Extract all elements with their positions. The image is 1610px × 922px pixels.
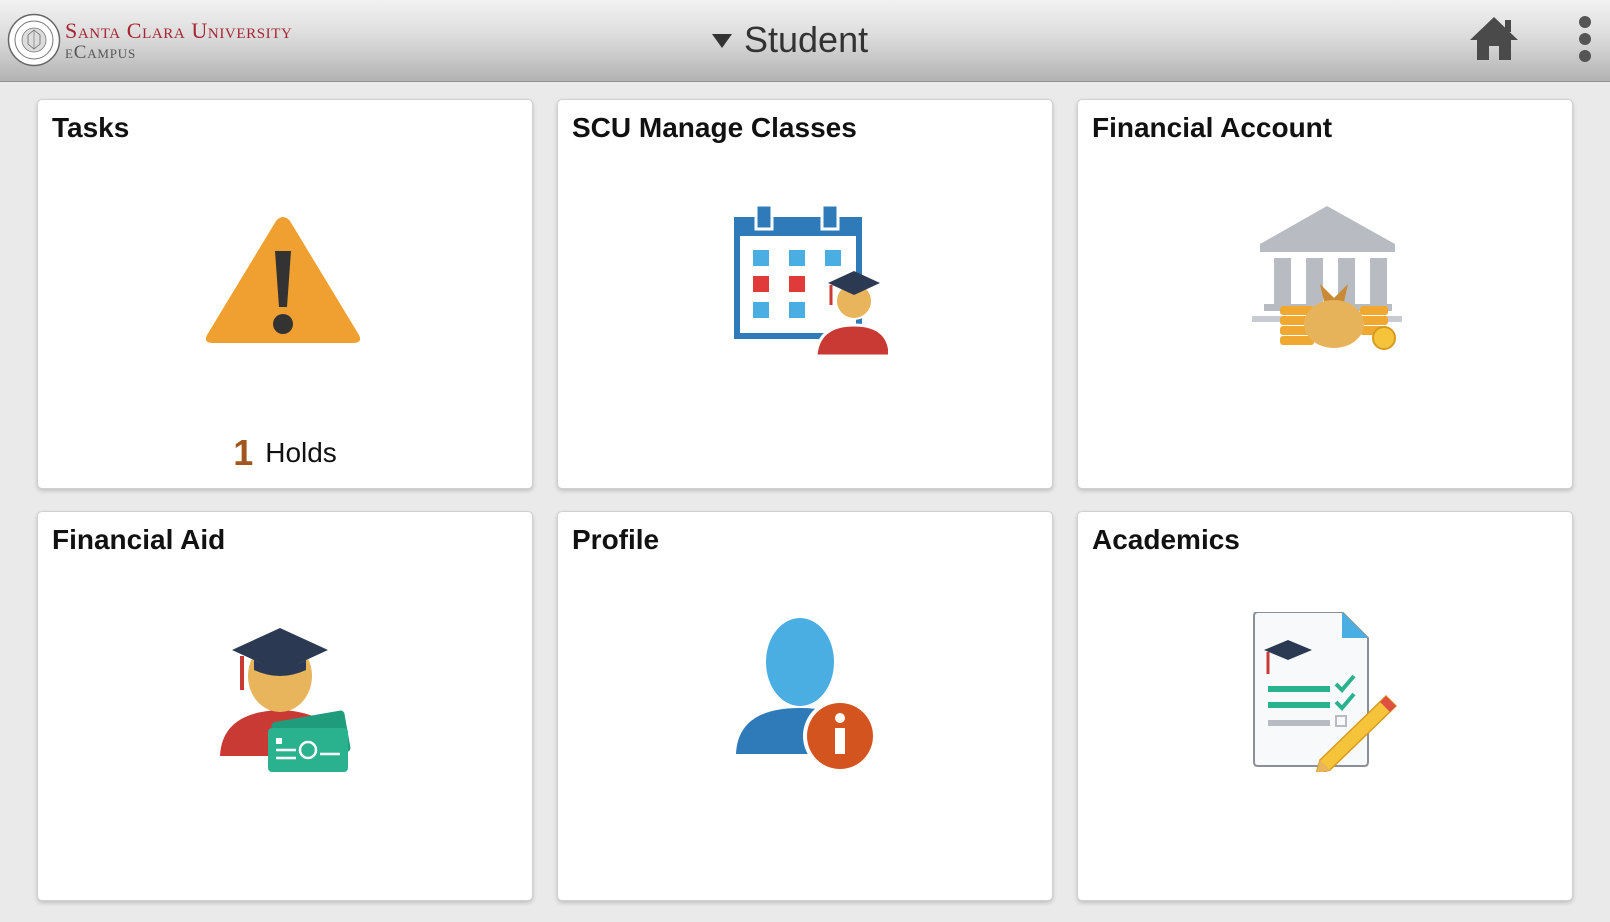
app-header: Santa Clara University eCampus Student [0,0,1610,82]
tile-title: Financial Aid [52,524,226,555]
tile-scu-manage-classes[interactable]: SCU Manage Classes [557,99,1053,489]
tile-title: Financial Account [1092,112,1333,143]
tile-title: Profile [572,524,660,555]
brand: Santa Clara University eCampus [65,18,293,63]
brand-name: Santa Clara University [65,18,293,43]
tile-title: Academics [1092,524,1240,555]
bank-money-icon [1252,206,1402,350]
profile-info-icon [736,618,877,772]
document-checklist-icon [1253,612,1398,772]
warning-icon [205,217,361,343]
more-options-icon[interactable] [1572,13,1598,65]
tile-financial-aid[interactable]: Financial Aid [37,511,533,901]
tile-tasks[interactable]: Tasks 1 Holds [37,99,533,489]
holds-label: Holds [265,437,337,468]
holds-count: 1 [233,432,254,473]
caret-down-icon [712,34,732,48]
calendar-student-icon [734,203,888,358]
home-icon[interactable] [1468,12,1520,64]
university-seal-logo [7,13,61,67]
tile-title: SCU Manage Classes [572,112,857,143]
tile-profile[interactable]: Profile [557,511,1053,901]
graduate-money-icon [220,628,351,772]
tile-academics[interactable]: Academics [1077,511,1573,901]
holds-badge: 1 Holds [38,432,532,474]
tile-title: Tasks [52,112,130,143]
homepage-selector[interactable]: Student [712,18,868,62]
tile-financial-account[interactable]: Financial Account [1077,99,1573,489]
brand-subtitle: eCampus [65,42,137,63]
homepage-title: Student [744,19,869,60]
